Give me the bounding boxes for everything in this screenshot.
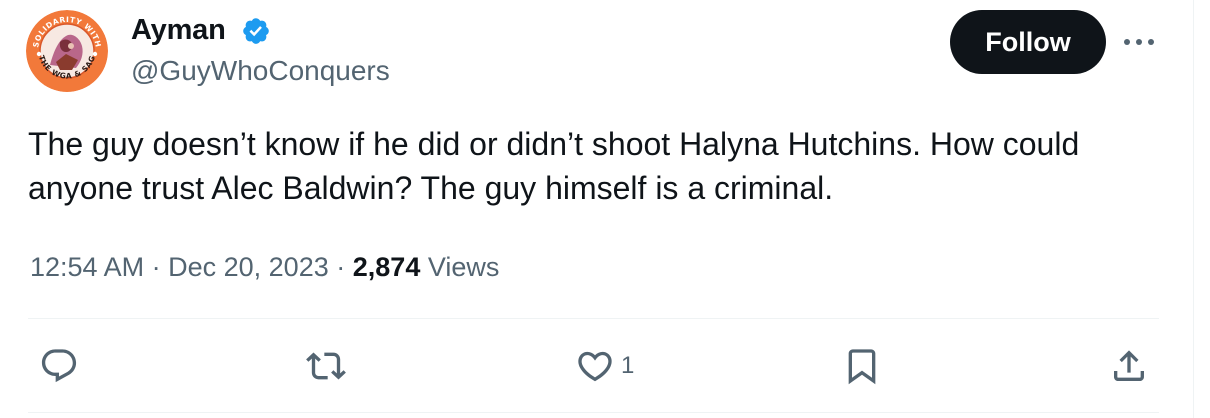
reply-button[interactable] bbox=[37, 346, 81, 386]
avatar[interactable]: SOLIDARITY WITH THE WGA & SAG bbox=[26, 10, 108, 92]
divider bbox=[28, 318, 1159, 319]
share-icon bbox=[1114, 350, 1144, 381]
tweet-meta: 12:54 AM · Dec 20, 2023 · 2,874 Views bbox=[30, 247, 499, 287]
views-label: Views bbox=[427, 252, 500, 282]
tweet-time[interactable]: 12:54 AM bbox=[30, 252, 144, 282]
user-handle[interactable]: @GuyWhoConquers bbox=[131, 53, 390, 89]
views-count: 2,874 bbox=[352, 252, 421, 282]
heart-icon bbox=[578, 351, 612, 382]
more-horizontal-icon[interactable] bbox=[1122, 32, 1156, 52]
like-button[interactable]: 1 bbox=[573, 346, 634, 386]
tweet-date[interactable]: Dec 20, 2023 bbox=[168, 252, 329, 282]
like-count: 1 bbox=[621, 352, 635, 379]
bookmark-button[interactable] bbox=[840, 346, 884, 386]
avatar-image: SOLIDARITY WITH THE WGA & SAG bbox=[26, 10, 108, 92]
tweet-text: The guy doesn’t know if he did or didn’t… bbox=[28, 126, 1080, 206]
follow-button[interactable]: Follow bbox=[950, 10, 1106, 74]
retweet-icon bbox=[306, 352, 346, 380]
retweet-button[interactable] bbox=[304, 346, 348, 386]
meta-separator: · bbox=[336, 252, 346, 282]
verified-badge-icon[interactable] bbox=[241, 16, 271, 46]
share-button[interactable] bbox=[1107, 346, 1151, 386]
bookmark-icon bbox=[848, 349, 876, 385]
display-name[interactable]: Ayman bbox=[131, 12, 226, 48]
timeline-border bbox=[1193, 0, 1194, 418]
divider bbox=[28, 412, 1159, 413]
reply-icon bbox=[41, 349, 77, 383]
meta-separator: · bbox=[151, 252, 161, 282]
